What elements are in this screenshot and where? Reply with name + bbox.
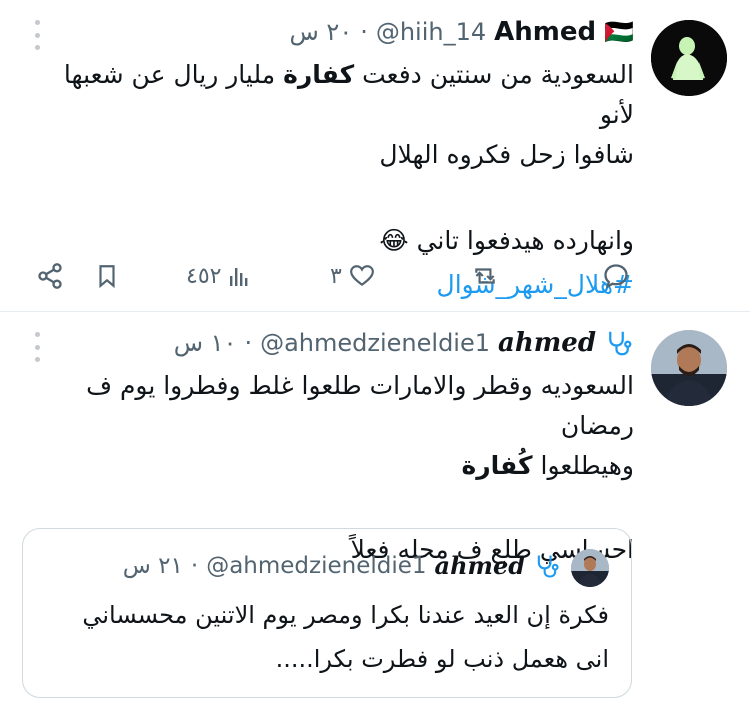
quoted-display-name: ahmed [434, 551, 525, 580]
quoted-timestamp: ٢١ س [122, 552, 183, 579]
avatar[interactable] [651, 20, 727, 96]
action-bar: ٤٥٢ ٣ [0, 258, 750, 294]
separator-dot: · [244, 329, 253, 357]
more-vertical-icon[interactable] [30, 20, 44, 50]
quoted-text: فكرة إن العيد عندنا بكرا ومصر يوم الاتني… [82, 601, 609, 673]
user-handle[interactable]: @hiih_14 [376, 18, 486, 46]
share-button[interactable] [36, 258, 64, 294]
timestamp[interactable]: ٢٠ س [289, 18, 352, 46]
stethoscope-icon [537, 555, 559, 578]
tweet-header: ahmed @ahmedzieneldie1 · ١٠ س [174, 328, 634, 358]
bookmark-button[interactable] [94, 258, 120, 294]
retweet-button[interactable] [470, 258, 500, 294]
reply-icon [604, 264, 628, 289]
user-handle[interactable]: @ahmedzieneldie1 [260, 329, 490, 357]
avatar-image [651, 330, 727, 406]
quoted-tweet[interactable]: ahmed @ahmedzieneldie1 · ٢١ س فكرة إن ال… [22, 528, 632, 698]
timestamp[interactable]: ١٠ س [174, 329, 237, 357]
views-button[interactable]: ٤٥٢ [186, 258, 251, 294]
quoted-header: ahmed @ahmedzieneldie1 · ٢١ س [123, 551, 561, 580]
like-button[interactable]: ٣ [330, 258, 376, 294]
reply-button[interactable] [602, 258, 630, 294]
avatar-image [651, 20, 727, 96]
display-name[interactable]: ahmed [498, 328, 596, 358]
quoted-user-handle: @ahmedzieneldie1 [206, 552, 427, 579]
retweet-icon [475, 268, 495, 284]
separator-dot: · [360, 18, 368, 46]
tweet-header: 🇵🇸 Ahmed @hiih_14 · ٢٠ س [289, 17, 634, 47]
like-count: ٣ [330, 263, 342, 289]
display-name[interactable]: Ahmed [494, 17, 596, 47]
tweet[interactable]: 🇵🇸 Ahmed @hiih_14 · ٢٠ س السعودية من سنت… [0, 0, 750, 312]
flag-emoji: 🇵🇸 [604, 18, 634, 46]
avatar[interactable] [651, 330, 727, 406]
more-vertical-icon[interactable] [30, 332, 44, 362]
share-icon [38, 263, 62, 289]
views-count: ٤٥٢ [186, 263, 222, 289]
quoted-avatar[interactable] [571, 549, 609, 587]
separator-dot: · [190, 552, 199, 579]
views-chart-icon [230, 268, 248, 286]
heart-icon [349, 265, 374, 286]
avatar-image [571, 549, 609, 587]
tweet[interactable]: ahmed @ahmedzieneldie1 · ١٠ س السعوديه و… [0, 312, 750, 707]
bookmark-icon [99, 265, 115, 289]
stethoscope-icon [609, 331, 632, 356]
